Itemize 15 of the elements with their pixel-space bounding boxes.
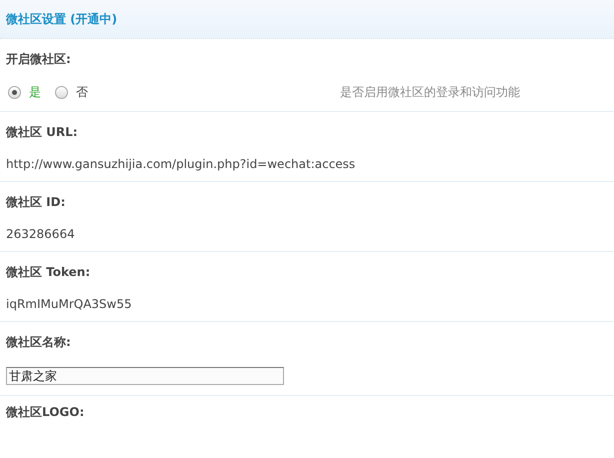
setting-label: 开启微社区: (6, 51, 72, 68)
setting-label: 微社区 Token: (6, 264, 92, 281)
setting-label: 微社区名称: (6, 334, 72, 351)
setting-label: 微社区LOGO: (6, 404, 86, 421)
section-title: 微社区设置 (开通中) (6, 10, 118, 28)
setting-value: 263286664 (6, 227, 76, 241)
setting-label: 微社区 ID: (6, 194, 66, 211)
radio-label[interactable]: 否 (76, 84, 88, 101)
setting-value: iqRmIMuMrQA3Sw55 (6, 297, 133, 311)
setting-label: 微社区 URL: (6, 124, 79, 141)
setting-value: http://www.gansuzhijia.com/plugin.php?id=wechat:access (6, 157, 356, 171)
radio-button[interactable] (55, 86, 68, 99)
name-input-field[interactable]: 甘肃之家 (6, 367, 284, 385)
setting-hint: 是否启用微社区的登录和访问功能 (340, 84, 520, 101)
radio-button[interactable] (8, 86, 21, 99)
